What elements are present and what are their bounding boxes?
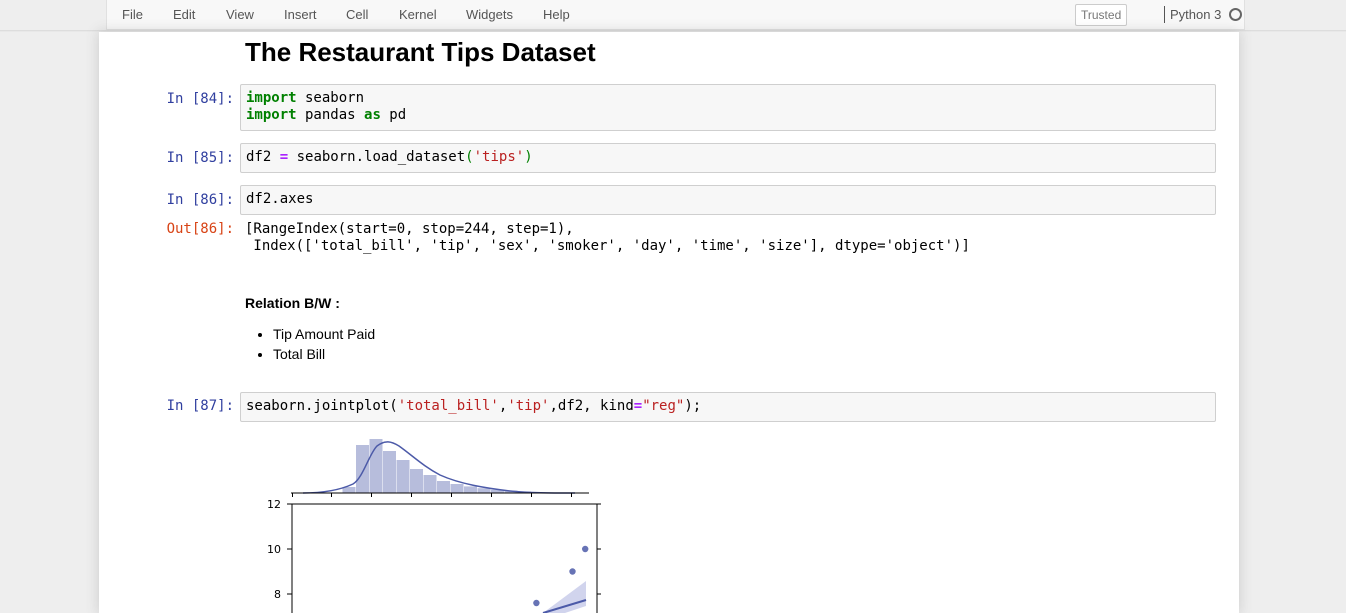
histogram-ticks [292, 493, 572, 497]
y-ticks: 12 10 8 [267, 498, 601, 601]
menu-insert[interactable]: Insert [284, 7, 317, 22]
notebook-container: The Restaurant Tips Dataset In [84]: imp… [99, 32, 1239, 613]
cell-87-input[interactable]: seaborn.jointplot('total_bill','tip',df2… [240, 392, 1216, 422]
menu-help[interactable]: Help [543, 7, 570, 22]
histogram-bar [464, 486, 477, 493]
kernel-separator [1164, 6, 1165, 23]
histogram-bar [396, 460, 410, 493]
cell-86-prompt: In [86]: [166, 192, 234, 208]
y-tick-label: 10 [267, 543, 281, 556]
list-item: Tip Amount Paid [273, 324, 375, 344]
scatter-point [569, 568, 576, 575]
menu-kernel[interactable]: Kernel [399, 7, 437, 22]
marginal-histogram [342, 439, 531, 493]
cell-86-output-line-1: [RangeIndex(start=0, stop=244, step=1), [245, 221, 574, 237]
menubar: File Edit View Insert Cell Kernel Widget… [106, 0, 1245, 30]
cell-86-out-prompt: Out[86]: [166, 221, 234, 237]
cell-85-prompt: In [85]: [166, 150, 234, 166]
histogram-bar [356, 445, 369, 493]
jointplot-chart: 12 10 8 [267, 439, 601, 613]
notebook-title: The Restaurant Tips Dataset [245, 37, 596, 67]
histogram-bar [477, 488, 491, 493]
histogram-bar [437, 481, 450, 493]
markdown-list: Tip Amount Paid Total Bill [245, 324, 375, 364]
scatter-point [533, 599, 540, 607]
cell-85-input[interactable]: df2 = seaborn.load_dataset('tips') [240, 143, 1216, 173]
scatter-point [582, 545, 589, 553]
menu-edit[interactable]: Edit [173, 7, 195, 22]
histogram-bar [423, 475, 437, 493]
menu-widgets[interactable]: Widgets [466, 7, 513, 22]
kernel-idle-icon [1229, 8, 1242, 21]
cell-84-prompt: In [84]: [166, 91, 234, 107]
regression-ci-band [543, 581, 586, 613]
trusted-badge[interactable]: Trusted [1075, 4, 1128, 26]
cell-87-prompt: In [87]: [166, 398, 234, 414]
menu-cell[interactable]: Cell [346, 7, 368, 22]
cell-86-input[interactable]: df2.axes [240, 185, 1216, 215]
cell-84-input[interactable]: import seaborn import pandas as pd [240, 84, 1216, 131]
y-tick-label: 8 [274, 588, 281, 601]
menu-view[interactable]: View [226, 7, 254, 22]
markdown-heading: Relation B/W : [245, 295, 340, 311]
kernel-name[interactable]: Python 3 [1170, 7, 1221, 22]
cell-86-output-line-2: Index(['total_bill', 'tip', 'sex', 'smok… [245, 238, 970, 254]
list-item: Total Bill [273, 344, 375, 364]
y-tick-label: 12 [267, 498, 281, 511]
histogram-bar [383, 451, 396, 493]
histogram-bar [450, 484, 464, 493]
menu-file[interactable]: File [122, 7, 143, 22]
histogram-bar [410, 469, 423, 493]
